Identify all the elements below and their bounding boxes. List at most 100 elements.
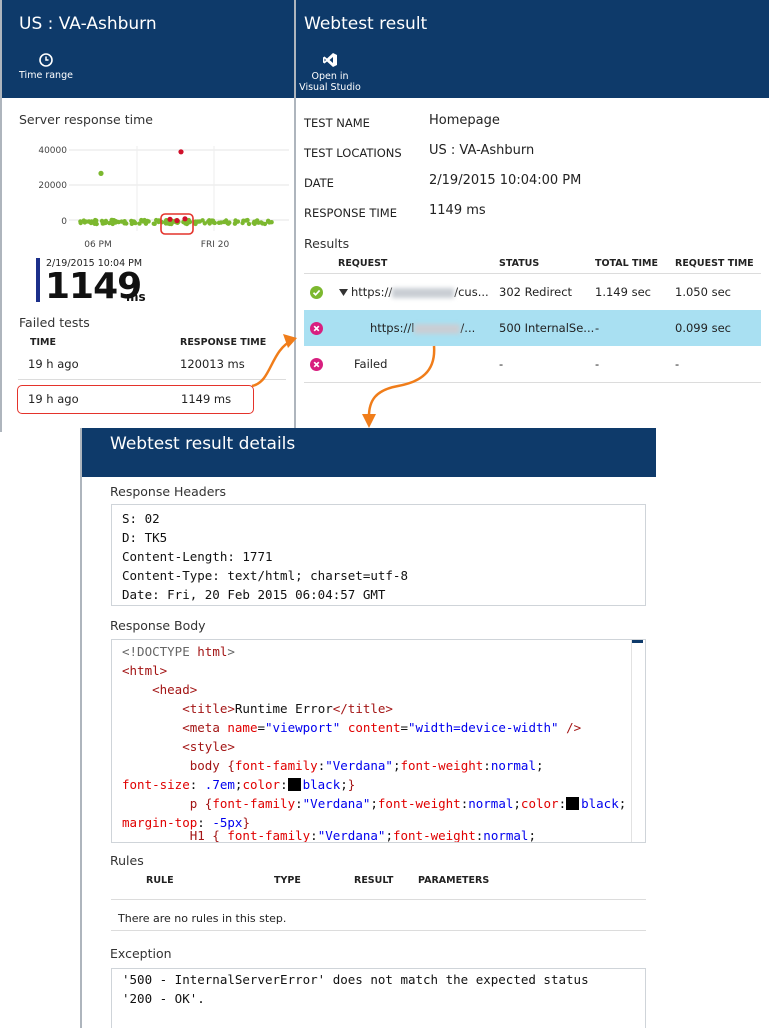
result-row-selected[interactable]: https://l /... 500 InternalSe... - 0.099 … [304, 310, 761, 346]
y-tick-label: 20000 [38, 181, 67, 191]
chart-title: Server response time [19, 112, 153, 127]
expand-triangle-icon[interactable] [339, 289, 348, 296]
clock-icon [39, 53, 53, 67]
y-tick-label: 0 [61, 217, 67, 227]
data-point[interactable] [83, 219, 89, 224]
divider [304, 382, 761, 383]
x-tick-label: FRI 20 [201, 240, 230, 250]
data-point[interactable] [221, 219, 227, 225]
code-token: "Verdana" [325, 758, 393, 773]
left-blade: US : VA-Ashburn Time range Server respon… [0, 0, 296, 432]
success-icon [310, 286, 323, 299]
server-response-chart[interactable]: 40000 20000 0 06 PM FRI 20 [19, 136, 289, 254]
data-point[interactable] [113, 220, 118, 225]
color-swatch [566, 797, 580, 810]
scrollbar-thumb[interactable] [632, 640, 643, 643]
code-token: "viewport" [265, 720, 341, 735]
result-row[interactable]: https:// /cus... 302 Redirect 1.149 sec 1… [304, 274, 761, 310]
response-headers-label: Response Headers [110, 484, 227, 499]
data-point[interactable] [131, 220, 136, 225]
failed-data-point[interactable] [174, 218, 180, 224]
data-point[interactable] [187, 220, 192, 225]
column-total-time: TOTAL TIME [595, 258, 658, 269]
visual-studio-icon [323, 53, 337, 67]
data-point[interactable] [98, 170, 104, 176]
code-token: </title> [332, 701, 393, 716]
data-point[interactable] [94, 218, 99, 223]
code-token: color [242, 777, 281, 792]
blade-title: US : VA-Ashburn [19, 14, 157, 34]
data-point[interactable] [101, 219, 106, 224]
code-token: color [520, 796, 559, 811]
row-response: 120013 ms [180, 357, 245, 371]
data-point[interactable] [193, 221, 198, 227]
details-header: Webtest result details [82, 428, 656, 477]
open-in-visual-studio-button[interactable]: Open in Visual Studio [296, 52, 364, 93]
test-name-label: TEST NAME [304, 116, 370, 130]
data-point[interactable] [245, 217, 250, 223]
column-status: STATUS [499, 258, 540, 269]
code-token: content [347, 720, 401, 735]
request-url: https:// /cus... [351, 285, 489, 299]
code-token: .7em [197, 777, 235, 792]
code-line: p {font-family:"Verdana";font-weight:nor… [189, 796, 627, 811]
failed-test-row[interactable]: 19 h ago 120013 ms [18, 350, 286, 378]
code-token: p { [189, 796, 213, 811]
exception-box[interactable]: '500 - InternalServerError' does not mat… [111, 968, 646, 1028]
code-token: html [197, 644, 228, 659]
row-time: 19 h ago [28, 392, 79, 406]
response-headers-box[interactable]: S: 02 D: TK5 Content-Length: 1771 Conten… [111, 504, 646, 606]
response-body-box[interactable]: <!DOCTYPE html> <html> <head> <title>Run… [111, 639, 646, 843]
data-point[interactable] [246, 221, 252, 227]
code-line: <style> [122, 737, 631, 756]
code-token: "Verdana" [302, 796, 371, 811]
divider [111, 930, 646, 931]
column-request-time: REQUEST TIME [675, 258, 754, 269]
failed-data-point[interactable] [167, 216, 173, 222]
data-point[interactable] [142, 219, 148, 224]
time-range-button[interactable]: Time range [18, 52, 74, 81]
failed-data-point[interactable] [182, 216, 188, 222]
header-line: Date: Fri, 20 Feb 2015 06:04:57 GMT [122, 587, 386, 602]
scrollbar-track[interactable] [631, 640, 632, 842]
data-point[interactable] [226, 221, 231, 226]
code-line: body {font-family:"Verdana";font-weight:… [189, 758, 544, 773]
data-point[interactable] [252, 221, 257, 226]
code-token: <!DOCTYPE [122, 644, 198, 659]
data-point[interactable] [178, 149, 184, 155]
data-point[interactable] [210, 218, 216, 223]
code-token: normal [490, 758, 536, 773]
data-point[interactable] [197, 219, 202, 224]
header-line: Content-Length: 1771 [122, 549, 273, 564]
column-rule: RULE [146, 875, 174, 886]
data-point[interactable] [233, 220, 238, 225]
divider [18, 379, 286, 380]
data-point[interactable] [109, 217, 114, 223]
row-status: - [499, 357, 504, 371]
row-total-time: 1.149 sec [595, 285, 651, 299]
open-vs-label-1: Open in [311, 71, 349, 82]
code-token: font-family [227, 828, 311, 843]
data-point[interactable] [88, 220, 94, 226]
code-line: <html> [122, 663, 168, 678]
code-token: <title> [182, 701, 235, 716]
code-token: normal [483, 828, 529, 843]
failed-test-row-selected[interactable]: 19 h ago 1149 ms [17, 385, 254, 414]
data-point[interactable] [259, 220, 264, 225]
data-point[interactable] [78, 220, 83, 226]
result-row[interactable]: Failed - - - [304, 346, 761, 382]
results-title: Results [304, 236, 350, 251]
code-token: black [302, 777, 341, 792]
data-point[interactable] [122, 220, 127, 225]
selected-unit: ms [126, 290, 146, 304]
code-token: <meta [182, 720, 228, 735]
y-tick-label: 40000 [38, 146, 67, 156]
test-name-value: Homepage [429, 113, 500, 128]
column-type: TYPE [274, 875, 301, 886]
date-label: DATE [304, 176, 334, 190]
row-status: 500 InternalSe... [499, 321, 595, 335]
data-point[interactable] [151, 221, 156, 226]
data-point[interactable] [267, 220, 272, 225]
code-token: Runtime Error [234, 701, 333, 716]
data-point[interactable] [240, 220, 245, 226]
